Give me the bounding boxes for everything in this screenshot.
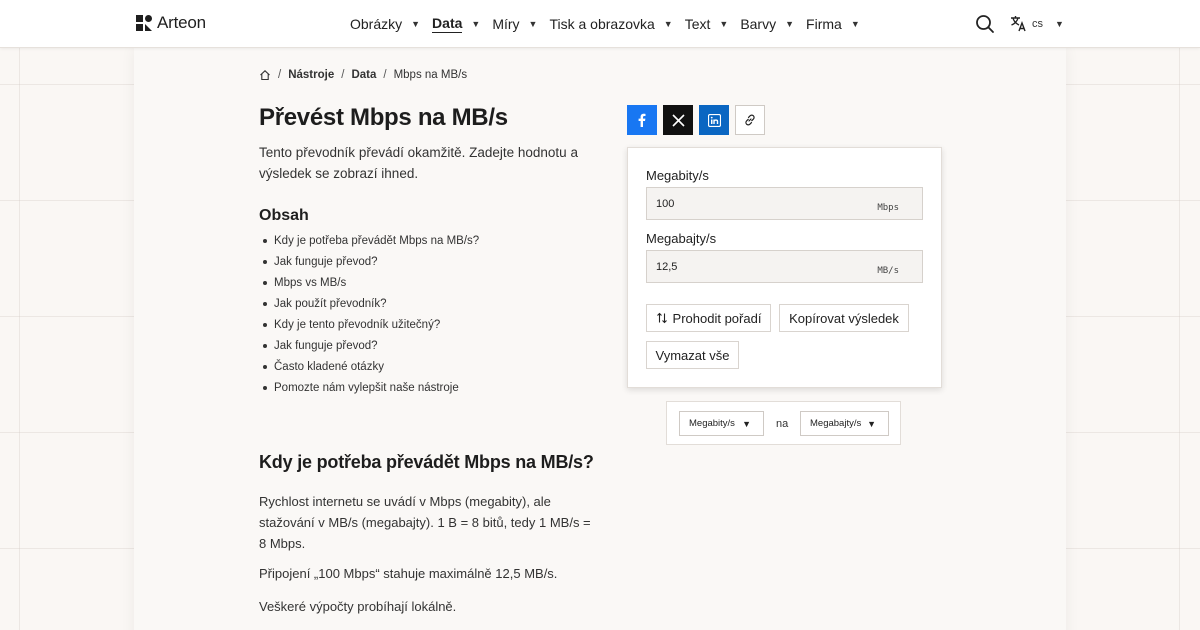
linkedin-icon — [707, 113, 721, 127]
section-heading: Kdy je potřeba převádět Mbps na MB/s? — [259, 452, 594, 472]
share-buttons — [627, 105, 765, 135]
caret-down-icon: ▼ — [663, 19, 673, 29]
copy-result-button[interactable]: Kopírovat výsledek — [779, 304, 909, 332]
nav-item-barvy[interactable]: Barvy ▼ — [740, 0, 794, 48]
breadcrumb-link-data[interactable]: Data — [351, 69, 376, 81]
toc-title: Obsah — [259, 207, 309, 224]
from-label: Megabity/s — [646, 168, 709, 183]
to-field[interactable]: MB/s — [646, 250, 923, 283]
unit-joiner: na — [776, 418, 789, 430]
to-unit-select[interactable]: Megabajty/s ▼ — [800, 411, 889, 436]
copy-result-label: Kopírovat výsledek — [789, 310, 899, 326]
breadcrumb: / Nástroje / Data / Mbps na MB/s — [259, 69, 467, 81]
share-facebook-button[interactable] — [627, 105, 657, 135]
link-icon — [745, 114, 755, 126]
caret-down-icon: ▼ — [719, 19, 729, 29]
breadcrumb-separator: / — [383, 69, 387, 81]
translate-icon — [1011, 16, 1026, 32]
nav-item-miry[interactable]: Míry ▼ — [492, 0, 537, 48]
to-unit: MB/s — [877, 266, 899, 276]
language-switcher[interactable]: cs ▼ — [1010, 15, 1064, 32]
nav-item-text[interactable]: Text ▼ — [685, 0, 729, 48]
swap-button[interactable]: Prohodit pořadí — [646, 304, 771, 332]
caret-down-icon: ▼ — [742, 418, 751, 429]
search-button[interactable] — [975, 14, 995, 34]
top-header: Arteon Obrázky ▼ Data ▼ Míry ▼ Tisk a ob… — [0, 0, 1200, 48]
swap-icon — [656, 312, 667, 324]
nav-item-data[interactable]: Data ▼ — [432, 0, 480, 48]
x-icon — [671, 113, 685, 127]
nav-label: Míry — [492, 16, 520, 32]
section-paragraph: Veškeré výpočty probíhají lokálně. — [259, 599, 457, 614]
clear-all-button[interactable]: Vymazat vše — [646, 341, 739, 369]
section-paragraph: Rychlost internetu se uvádí v Mbps (mega… — [259, 494, 591, 551]
logo[interactable]: Arteon — [136, 13, 206, 33]
logo-icon — [136, 15, 152, 31]
breadcrumb-separator: / — [341, 69, 345, 81]
nav-label: Text — [684, 16, 711, 32]
nav-label: Obrázky — [350, 16, 403, 32]
toc-item[interactable]: Často kladené otázky — [262, 359, 479, 380]
caret-down-icon: ▼ — [528, 19, 538, 29]
from-field[interactable]: Mbps — [646, 187, 923, 220]
home-icon[interactable] — [259, 69, 271, 81]
swap-label: Prohodit pořadí — [672, 310, 762, 326]
caret-down-icon: ▼ — [867, 418, 876, 429]
facebook-icon — [638, 113, 646, 127]
breadcrumb-link-nastroje[interactable]: Nástroje — [288, 69, 334, 81]
to-unit-select-value: Megabajty/s — [810, 418, 862, 429]
nav-label: Tisk a obrazovka — [549, 16, 655, 32]
caret-down-icon: ▼ — [850, 19, 860, 29]
toc-item[interactable]: Pomozte nám vylepšit naše nástroje — [262, 380, 479, 401]
toc-item[interactable]: Jak funguje převod? — [262, 338, 479, 359]
nav-label: Data — [432, 15, 463, 33]
from-unit-select[interactable]: Megabity/s ▼ — [679, 411, 764, 436]
unit-selector-bar: Megabity/s ▼ na Megabajty/s ▼ — [666, 401, 901, 445]
nav-item-firma[interactable]: Firma ▼ — [806, 0, 860, 48]
page-title: Převést Mbps na MB/s — [259, 104, 508, 131]
toc-item[interactable]: Jak funguje převod? — [262, 254, 479, 275]
to-label: Megabajty/s — [646, 231, 717, 246]
caret-down-icon: ▼ — [1055, 18, 1064, 29]
to-input[interactable] — [656, 261, 836, 273]
nav-item-tisk[interactable]: Tisk a obrazovka ▼ — [549, 0, 672, 48]
share-x-button[interactable] — [663, 105, 693, 135]
clear-all-label: Vymazat vše — [655, 347, 730, 363]
main-nav: Obrázky ▼ Data ▼ Míry ▼ Tisk a obrazovka… — [350, 0, 872, 48]
breadcrumb-separator: / — [278, 69, 282, 81]
nav-label: Firma — [806, 16, 842, 32]
from-unit: Mbps — [877, 203, 899, 213]
toc-item[interactable]: Jak použít převodník? — [262, 296, 479, 317]
caret-down-icon: ▼ — [411, 19, 421, 29]
section-paragraph: Připojení „100 Mbps“ stahuje maximálně 1… — [259, 566, 558, 581]
caret-down-icon: ▼ — [785, 19, 795, 29]
intro-text: Tento převodník převádí okamžitě. Zadejt… — [259, 145, 578, 181]
table-of-contents: Kdy je potřeba převádět Mbps na MB/s? Ja… — [262, 233, 479, 401]
nav-label: Barvy — [740, 16, 777, 32]
converter-card: Megabity/s Mbps Megabajty/s MB/s Prohodi… — [627, 147, 942, 388]
logo-text: Arteon — [157, 13, 206, 32]
copy-link-button[interactable] — [735, 105, 765, 135]
toc-item[interactable]: Kdy je potřeba převádět Mbps na MB/s? — [262, 233, 479, 254]
breadcrumb-current: Mbps na MB/s — [393, 69, 468, 81]
toc-item[interactable]: Kdy je tento převodník užitečný? — [262, 317, 479, 338]
from-unit-select-value: Megabity/s — [689, 418, 735, 429]
toc-item[interactable]: Mbps vs MB/s — [262, 275, 479, 296]
from-input[interactable] — [656, 198, 836, 210]
nav-item-obrazky[interactable]: Obrázky ▼ — [350, 0, 420, 48]
language-code: cs — [1032, 17, 1043, 30]
caret-down-icon: ▼ — [471, 19, 481, 29]
share-linkedin-button[interactable] — [699, 105, 729, 135]
search-icon — [976, 15, 994, 33]
